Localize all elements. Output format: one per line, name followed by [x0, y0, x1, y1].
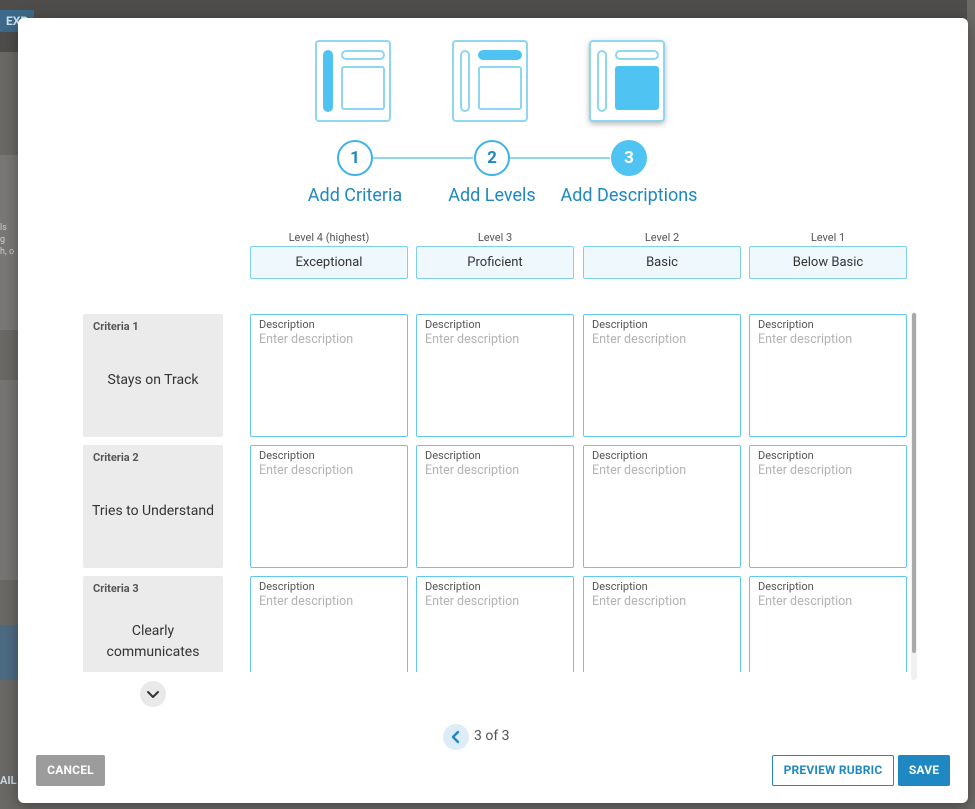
- scroll-down-button[interactable]: [140, 681, 166, 707]
- chevron-left-icon: [451, 730, 460, 744]
- description-field[interactable]: Description Enter description: [250, 576, 408, 672]
- step-3-circle[interactable]: 3: [611, 140, 647, 176]
- description-field[interactable]: Description Enter description: [749, 445, 907, 568]
- description-field[interactable]: Description Enter description: [583, 445, 741, 568]
- criteria-card: Criteria 3 Clearly communicates: [83, 576, 223, 672]
- description-field[interactable]: Description Enter description: [250, 314, 408, 437]
- description-field[interactable]: Description Enter description: [749, 314, 907, 437]
- chevron-down-icon: [147, 691, 159, 698]
- background-text: ls g h, o: [0, 223, 15, 257]
- level-caption: Level 4 (highest): [288, 231, 370, 244]
- step-3-label[interactable]: Add Descriptions: [544, 185, 714, 206]
- criteria-card: Criteria 2 Tries to Understand: [83, 445, 223, 568]
- previous-page-button[interactable]: [443, 724, 469, 750]
- criteria-card: Criteria 1 Stays on Track: [83, 314, 223, 437]
- level-name-field[interactable]: Below Basic: [749, 246, 907, 279]
- description-field[interactable]: Description Enter description: [416, 576, 574, 672]
- save-button[interactable]: SAVE: [898, 755, 950, 786]
- background-bar: [0, 625, 18, 680]
- page-indicator: 3 of 3: [474, 728, 510, 744]
- background-panel: [0, 380, 18, 580]
- step-connector: [373, 157, 473, 159]
- level-name-field[interactable]: Exceptional: [250, 246, 408, 279]
- step-1-circle[interactable]: 1: [337, 140, 373, 176]
- level-name-field[interactable]: Basic: [583, 246, 741, 279]
- criteria-name: Stays on Track: [107, 372, 199, 388]
- description-field[interactable]: Description Enter description: [583, 314, 741, 437]
- description-field[interactable]: Description Enter description: [583, 576, 741, 672]
- rubric-modal: 1 2 3 Add Criteria Add Levels Add Descri…: [18, 18, 968, 803]
- preview-rubric-button[interactable]: PREVIEW RUBRIC: [772, 755, 894, 786]
- criteria-name: Tries to Understand: [92, 503, 214, 519]
- level-caption: Level 1: [810, 231, 846, 244]
- criteria-number: Criteria 3: [93, 582, 139, 595]
- description-field[interactable]: Description Enter description: [416, 445, 574, 568]
- criteria-number: Criteria 2: [93, 451, 139, 464]
- step-criteria-icon[interactable]: [315, 40, 391, 122]
- grid-scrollbar-thumb[interactable]: [912, 313, 916, 653]
- step-levels-icon[interactable]: [452, 40, 528, 122]
- description-grid: Criteria 1 Stays on Track Description Ent…: [78, 312, 928, 672]
- level-caption: Level 3: [477, 231, 513, 244]
- level-caption: Level 2: [644, 231, 680, 244]
- description-field[interactable]: Description Enter description: [749, 576, 907, 672]
- criteria-number: Criteria 1: [93, 320, 139, 333]
- step-connector: [510, 157, 610, 159]
- description-field[interactable]: Description Enter description: [250, 445, 408, 568]
- cancel-button[interactable]: CANCEL: [36, 755, 105, 786]
- description-field[interactable]: Description Enter description: [416, 314, 574, 437]
- step-descriptions-icon[interactable]: [589, 40, 665, 122]
- level-name-field[interactable]: Proficient: [416, 246, 574, 279]
- criteria-name: Clearly communicates: [106, 623, 200, 660]
- background-text: AIL: [0, 774, 17, 787]
- background-strip: [967, 0, 975, 809]
- step-2-circle[interactable]: 2: [474, 140, 510, 176]
